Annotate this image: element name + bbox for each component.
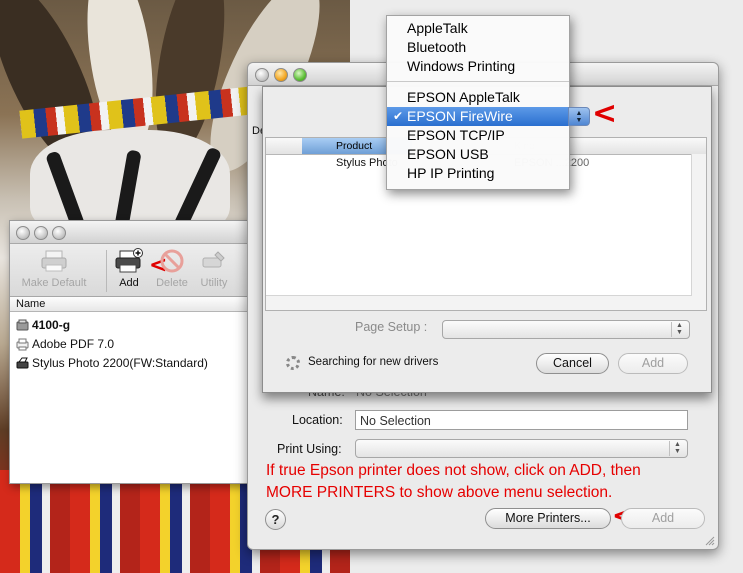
page-setup-label: Page Setup : bbox=[355, 320, 428, 334]
instruction-line-1: If true Epson printer does not show, cli… bbox=[266, 462, 641, 479]
location-label: Location: bbox=[292, 413, 343, 427]
menu-item-epson-usb[interactable]: EPSON USB bbox=[387, 145, 569, 164]
menu-separator bbox=[387, 81, 569, 82]
add-label: Add bbox=[119, 277, 139, 289]
menu-item-epson-appletalk[interactable]: EPSON AppleTalk bbox=[387, 88, 569, 107]
delete-label: Delete bbox=[156, 277, 188, 289]
printer-add-icon bbox=[114, 248, 144, 274]
location-field[interactable]: No Selection bbox=[355, 410, 688, 430]
utility-label: Utility bbox=[200, 277, 228, 289]
vertical-scrollbar[interactable] bbox=[691, 154, 706, 310]
red-arrow-marker: < bbox=[592, 96, 618, 131]
zoom-window-button[interactable] bbox=[52, 226, 66, 240]
resize-grip-icon[interactable] bbox=[705, 536, 715, 546]
menu-item-epson-firewire[interactable]: ✔ EPSON FireWire bbox=[387, 107, 569, 126]
updown-arrows-icon: ▲ ▼ bbox=[669, 441, 685, 456]
menu-item-epson-tcpip[interactable]: EPSON TCP/IP bbox=[387, 126, 569, 145]
printer-default-icon bbox=[39, 248, 69, 274]
product-column-header[interactable]: Product bbox=[336, 140, 372, 152]
menu-item-label: EPSON FireWire bbox=[407, 108, 513, 124]
page-setup-popup[interactable]: ▲ ▼ bbox=[442, 320, 690, 339]
menu-item-appletalk[interactable]: AppleTalk bbox=[387, 19, 569, 38]
cancel-button[interactable]: Cancel bbox=[536, 353, 609, 374]
close-window-button[interactable] bbox=[255, 68, 269, 82]
delete-button[interactable]: Delete bbox=[154, 248, 190, 289]
make-default-button[interactable]: Make Default bbox=[16, 248, 92, 289]
add-button[interactable]: Add bbox=[618, 353, 688, 374]
print-using-label: Print Using: bbox=[277, 442, 342, 456]
pdf-printer-icon bbox=[16, 338, 29, 351]
printer-icon bbox=[16, 319, 29, 331]
minimize-window-button[interactable] bbox=[34, 226, 48, 240]
printer-name: 4100-g bbox=[32, 318, 71, 332]
checkmark-icon: ✔ bbox=[393, 109, 404, 123]
delete-icon bbox=[157, 248, 187, 274]
add-printer-button[interactable]: Add bbox=[113, 248, 145, 289]
status-text: Searching for new drivers bbox=[308, 356, 439, 368]
more-printers-button[interactable]: More Printers... bbox=[485, 508, 611, 529]
help-button[interactable]: ? bbox=[265, 509, 286, 530]
printer-icon bbox=[16, 357, 29, 369]
horizontal-scrollbar[interactable] bbox=[266, 295, 692, 310]
updown-arrows-icon: ▲ ▼ bbox=[671, 322, 687, 337]
utility-button[interactable]: Utility bbox=[196, 248, 232, 289]
progress-spinner-icon bbox=[286, 356, 300, 370]
add-button-disabled[interactable]: Add bbox=[621, 508, 705, 529]
toolbar-divider bbox=[106, 250, 107, 292]
minimize-window-button[interactable] bbox=[274, 68, 288, 82]
connection-type-menu: AppleTalk Bluetooth Windows Printing EPS… bbox=[386, 15, 570, 190]
close-window-button[interactable] bbox=[16, 226, 30, 240]
printer-name: Adobe PDF 7.0 bbox=[32, 337, 115, 351]
make-default-label: Make Default bbox=[21, 277, 87, 289]
menu-item-bluetooth[interactable]: Bluetooth bbox=[387, 38, 569, 57]
zoom-window-button[interactable] bbox=[293, 68, 307, 82]
utility-icon bbox=[199, 248, 229, 274]
instruction-line-2: MORE PRINTERS to show above menu selecti… bbox=[266, 484, 613, 501]
menu-item-windows-printing[interactable]: Windows Printing bbox=[387, 57, 569, 76]
print-using-popup[interactable]: ▲ ▼ bbox=[355, 439, 688, 458]
updown-arrows-icon[interactable]: ▲ ▼ bbox=[568, 107, 590, 126]
printer-name: Stylus Photo 2200(FW:Standard) bbox=[32, 356, 208, 370]
menu-item-hp-ip-printing[interactable]: HP IP Printing bbox=[387, 164, 569, 183]
